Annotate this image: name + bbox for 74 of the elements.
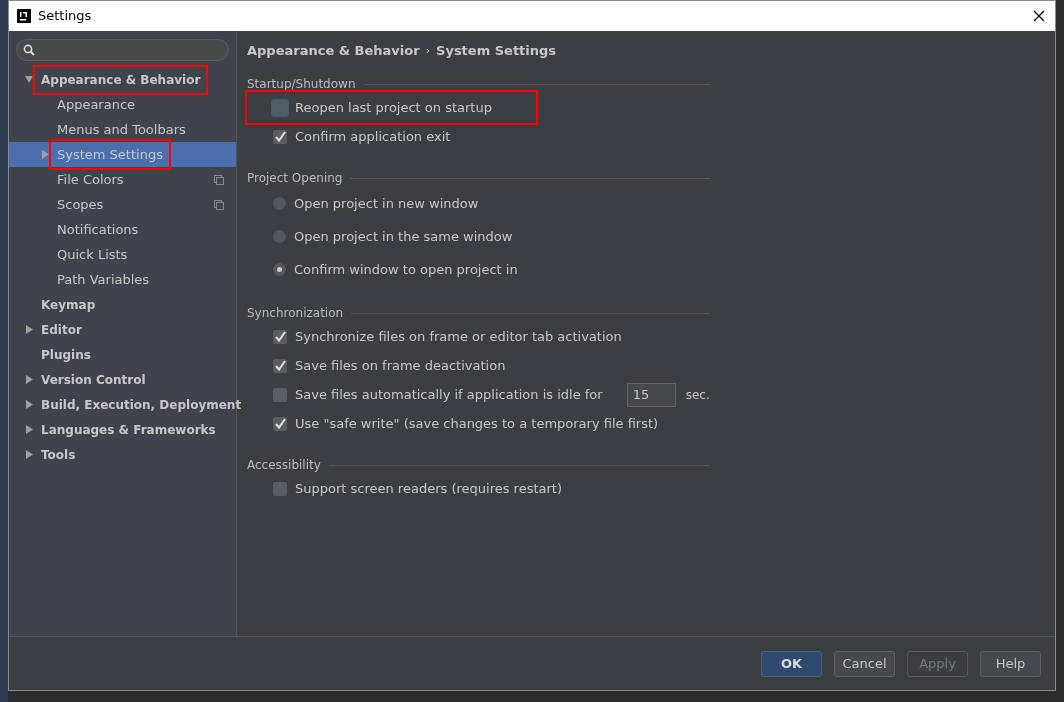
tree-item-label: Appearance	[57, 95, 136, 114]
checkbox[interactable]	[273, 100, 287, 115]
checkbox-label: Confirm application exit	[295, 127, 451, 146]
dialog-button[interactable]: OK	[761, 650, 822, 677]
tree-item-label: Menus and Toolbars	[57, 120, 186, 139]
caret-right-icon[interactable]	[25, 400, 33, 409]
dialog-button[interactable]: Cancel	[834, 650, 895, 677]
caret-right-icon[interactable]	[25, 450, 33, 459]
radio-button[interactable]	[273, 197, 286, 210]
tree-row[interactable]: Tools	[9, 442, 236, 467]
section-title: Accessibility	[247, 457, 321, 474]
section-title: Startup/Shutdown	[247, 76, 356, 93]
radio-label: Open project in the same window	[294, 227, 513, 246]
breadcrumb-item: System Settings	[436, 42, 557, 61]
caret-down-icon[interactable]	[25, 75, 33, 84]
checkbox[interactable]	[273, 329, 287, 344]
tree-item-label: Quick Lists	[57, 245, 128, 264]
tree-item-label: Keymap	[41, 296, 96, 314]
radio-label: Open project in new window	[294, 194, 479, 213]
tree-row[interactable]: Languages & Frameworks	[9, 417, 236, 442]
checkbox-label: Save files on frame deactivation	[295, 356, 506, 375]
radio-label: Confirm window to open project in	[294, 260, 518, 279]
section-title: Synchronization	[247, 305, 344, 322]
checkbox-label: Support screen readers (requires restart)	[295, 479, 562, 498]
tree-row[interactable]: Menus and Toolbars	[9, 117, 236, 142]
tree-row[interactable]: System Settings	[9, 142, 236, 167]
checkbox-label: Use "safe write" (save changes to a temporary file first)	[295, 414, 659, 433]
checkbox-label: Save files automatically if application is idle for	[295, 385, 603, 404]
app-logo-icon	[17, 9, 31, 23]
tree-item-label: Scopes	[57, 195, 104, 214]
tree-row[interactable]: Plugins	[9, 342, 236, 367]
tree-row[interactable]: Path Variables	[9, 267, 236, 292]
search-icon	[23, 44, 35, 56]
tree-item-label: Version Control	[41, 371, 146, 389]
tree-row[interactable]: Notifications	[9, 217, 236, 242]
tree-row[interactable]: Editor	[9, 317, 236, 342]
breadcrumb-separator: ›	[425, 42, 431, 59]
tree-item-label: Build, Execution, Deployment	[41, 396, 242, 414]
tree-row[interactable]: Quick Lists	[9, 242, 236, 267]
section-title: Project Opening	[247, 170, 343, 187]
tree-item-label: Path Variables	[57, 270, 150, 289]
window-title: Settings	[38, 7, 92, 26]
checkbox[interactable]	[273, 129, 287, 144]
tree-item-label: Tools	[41, 446, 76, 464]
caret-right-icon[interactable]	[25, 425, 33, 434]
tree-item-label: System Settings	[57, 145, 163, 164]
tree-item-label: Editor	[41, 321, 82, 339]
breadcrumb-item: Appearance & Behavior	[247, 42, 420, 61]
checkbox[interactable]	[273, 481, 287, 496]
checkbox-label: Synchronize files on frame or editor tab activation	[295, 327, 622, 346]
dialog-button[interactable]: Help	[980, 650, 1041, 677]
radio-button[interactable]	[273, 230, 286, 243]
checkbox[interactable]	[273, 358, 287, 373]
checkbox-label: Reopen last project on startup	[295, 98, 492, 117]
tree-row[interactable]: Scopes	[9, 192, 236, 217]
close-icon[interactable]	[1033, 10, 1045, 22]
checkbox[interactable]	[273, 416, 287, 431]
tree-row[interactable]: Appearance	[9, 92, 236, 117]
tree-row[interactable]: File Colors	[9, 167, 236, 192]
unit-label: sec.	[685, 386, 710, 404]
tree-row[interactable]: Version Control	[9, 367, 236, 392]
tree-row[interactable]: Keymap	[9, 292, 236, 317]
tree-item-label: Appearance & Behavior	[41, 71, 201, 89]
tree-item-label: Plugins	[41, 346, 91, 364]
tree-row[interactable]: Appearance & Behavior	[9, 67, 236, 92]
checkbox[interactable]	[273, 387, 287, 402]
search-field[interactable]	[16, 39, 229, 61]
tree-item-label: File Colors	[57, 170, 124, 189]
seconds-field[interactable]: 15	[626, 382, 676, 407]
tree-item-label: Notifications	[57, 220, 139, 239]
radio-button[interactable]	[273, 263, 286, 276]
tree-item-label: Languages & Frameworks	[41, 421, 216, 439]
caret-right-icon[interactable]	[25, 325, 33, 334]
caret-right-icon[interactable]	[25, 375, 33, 384]
